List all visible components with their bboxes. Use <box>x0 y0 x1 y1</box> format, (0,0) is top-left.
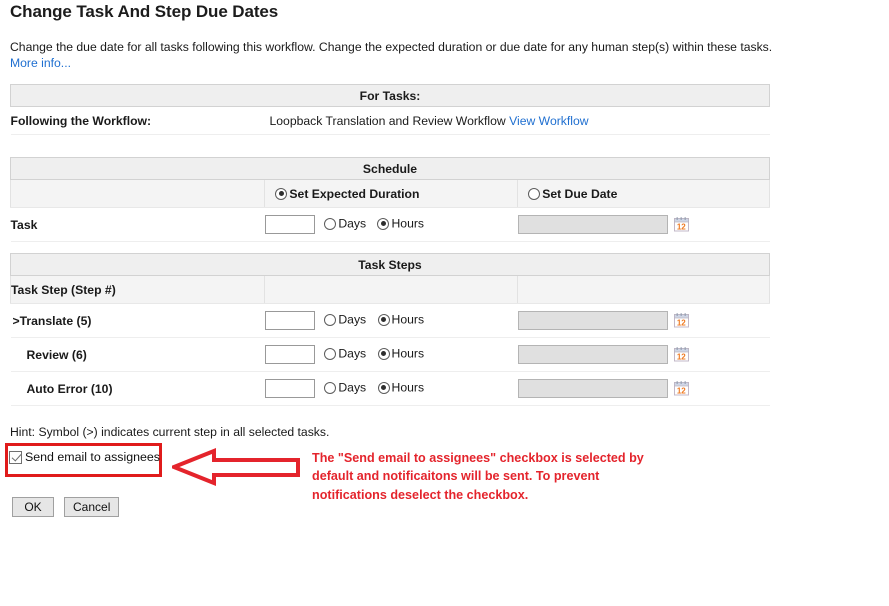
schedule-band-label: Schedule <box>10 157 770 180</box>
calendar-icon[interactable]: 12 <box>674 347 690 362</box>
left-arrow-icon <box>168 447 300 487</box>
mode-label-duration[interactable]: Set Expected Duration <box>289 187 419 201</box>
step-duration-group-translate: Days Hours <box>264 304 518 338</box>
calendar-icon[interactable]: 12 <box>674 217 690 232</box>
task-steps-header-blank-2 <box>517 275 770 304</box>
schedule-blank-header <box>9 179 266 208</box>
step-duration-input-review[interactable] <box>264 345 315 364</box>
hint-text: Hint: Symbol (>) indicates current step … <box>10 425 330 439</box>
step-duration-group-review: Days Hours <box>264 338 518 372</box>
task-row-label: Task <box>10 217 38 232</box>
step-label-translate: >Translate (5) <box>12 313 92 328</box>
task-row: Task Days Hours 12 <box>10 208 770 242</box>
following-workflow-row: Following the Workflow: Loopback Transla… <box>10 107 770 135</box>
task-steps-header-blank-1 <box>264 275 519 304</box>
more-info-link[interactable]: More info... <box>10 56 71 70</box>
following-workflow-label: Following the Workflow: <box>10 113 152 128</box>
task-steps-band-row: Task Steps <box>10 253 770 276</box>
step-date-group-auto-error: 12 <box>517 372 770 406</box>
calendar-icon[interactable]: 12 <box>674 381 690 396</box>
task-date-group: 12 <box>517 208 770 242</box>
task-label-days[interactable]: Days <box>338 217 366 231</box>
step-duration-input-translate[interactable] <box>264 311 315 330</box>
svg-text:12: 12 <box>677 352 686 361</box>
schedule-mode-row: Set Expected Duration Set Due Date <box>9 179 770 208</box>
task-radio-hours[interactable] <box>377 217 390 230</box>
step-radio-days-auto-error[interactable] <box>324 381 337 394</box>
step-label-days-translate[interactable]: Days <box>338 313 366 327</box>
schedule-table: Schedule Set Expected Duration Set Due D… <box>9 157 770 242</box>
table-row: >Translate (5) Days Hours 12 <box>10 304 770 338</box>
mode-set-due-date[interactable]: Set Due Date <box>517 179 770 208</box>
step-radio-hours-review[interactable] <box>377 347 390 360</box>
page-title: Change Task And Step Due Dates <box>10 2 279 21</box>
step-due-date-input-review[interactable] <box>517 345 668 364</box>
for-tasks-band-row: For Tasks: <box>10 84 770 107</box>
step-date-group-translate: 12 <box>517 304 770 338</box>
mode-label-due-date[interactable]: Set Due Date <box>542 187 617 201</box>
step-duration-group-auto-error: Days Hours <box>264 372 518 406</box>
send-email-checkbox-row[interactable]: Send email to assignees <box>9 450 160 464</box>
step-radio-days-review[interactable] <box>324 347 337 360</box>
svg-text:12: 12 <box>677 386 686 395</box>
step-date-group-review: 12 <box>517 338 770 372</box>
task-steps-header-row: Task Step (Step #) <box>9 275 770 304</box>
task-steps-band-label: Task Steps <box>10 253 770 276</box>
view-workflow-link[interactable]: View Workflow <box>509 114 588 128</box>
table-row: Auto Error (10) Days Hours 12 <box>10 372 770 406</box>
radio-set-expected-duration[interactable] <box>275 187 288 200</box>
step-label-auto-error: Auto Error (10) <box>26 381 113 396</box>
step-label-hours-translate[interactable]: Hours <box>392 313 425 327</box>
task-label-hours[interactable]: Hours <box>391 217 424 231</box>
step-label-hours-auto-error[interactable]: Hours <box>392 381 425 395</box>
step-due-date-input-auto-error[interactable] <box>517 379 668 398</box>
task-radio-days[interactable] <box>324 217 337 230</box>
send-email-checkbox-label[interactable]: Send email to assignees <box>25 450 160 464</box>
step-label-review: Review (6) <box>26 347 87 362</box>
mode-set-expected-duration[interactable]: Set Expected Duration <box>264 179 519 208</box>
radio-set-due-date[interactable] <box>528 187 541 200</box>
step-label-days-auto-error[interactable]: Days <box>338 381 366 395</box>
task-steps-column-header: Task Step (Step #) <box>9 275 266 304</box>
step-due-date-input-translate[interactable] <box>517 311 668 330</box>
calendar-icon[interactable]: 12 <box>674 313 690 328</box>
svg-text:12: 12 <box>677 222 686 231</box>
send-email-checkbox[interactable] <box>9 450 22 464</box>
for-tasks-table: For Tasks: Following the Workflow: Loopb… <box>10 84 770 135</box>
for-tasks-band-label: For Tasks: <box>10 84 770 107</box>
svg-text:12: 12 <box>677 318 686 327</box>
task-duration-group: Days Hours <box>264 208 518 242</box>
task-due-date-input[interactable] <box>517 215 668 234</box>
step-label-days-review[interactable]: Days <box>338 347 366 361</box>
step-radio-days-translate[interactable] <box>324 313 337 326</box>
task-steps-table: Task Steps Task Step (Step #) >Translate… <box>9 253 770 406</box>
table-row: Review (6) Days Hours 12 <box>10 338 770 372</box>
step-duration-input-auto-error[interactable] <box>264 379 315 398</box>
annotation-text: The "Send email to assignees" checkbox i… <box>312 451 644 502</box>
workflow-value-cell: Loopback Translation and Review Workflow… <box>266 107 770 135</box>
step-label-hours-review[interactable]: Hours <box>392 347 425 361</box>
schedule-band-row: Schedule <box>10 157 770 180</box>
step-radio-hours-translate[interactable] <box>377 313 390 326</box>
workflow-name: Loopback Translation and Review Workflow <box>269 113 506 128</box>
cancel-button[interactable]: Cancel <box>64 497 120 517</box>
task-duration-input[interactable] <box>264 215 315 234</box>
footer-buttons: OK Cancel <box>12 497 120 517</box>
ok-button[interactable]: OK <box>12 497 54 517</box>
page-description: Change the due date for all tasks follow… <box>10 40 773 54</box>
step-radio-hours-auto-error[interactable] <box>377 381 390 394</box>
